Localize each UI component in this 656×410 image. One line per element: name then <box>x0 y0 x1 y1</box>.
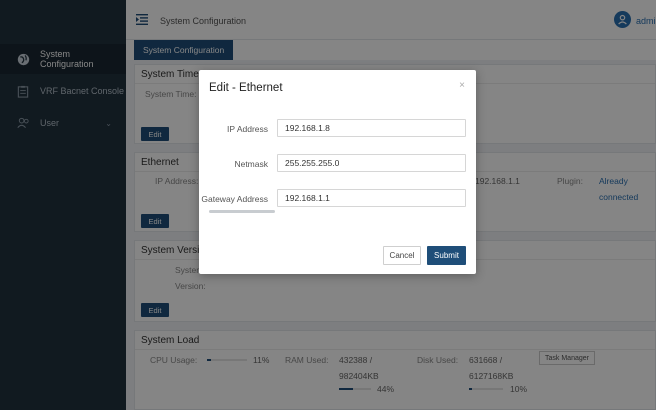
submit-button[interactable]: Submit <box>427 246 466 265</box>
edit-ethernet-dialog: Edit - Ethernet × IP Address Netmask Gat… <box>199 70 476 274</box>
dialog-title: Edit - Ethernet <box>209 82 283 94</box>
gateway-address-label: Gateway Address <box>201 194 268 204</box>
cancel-button[interactable]: Cancel <box>383 246 421 265</box>
ip-address-input[interactable] <box>277 119 466 137</box>
netmask-input[interactable] <box>277 154 466 172</box>
netmask-label: Netmask <box>234 159 268 169</box>
gateway-address-input[interactable] <box>277 189 466 207</box>
label-underline <box>209 210 275 213</box>
close-icon[interactable]: × <box>459 80 465 91</box>
ip-address-label: IP Address <box>227 124 268 134</box>
